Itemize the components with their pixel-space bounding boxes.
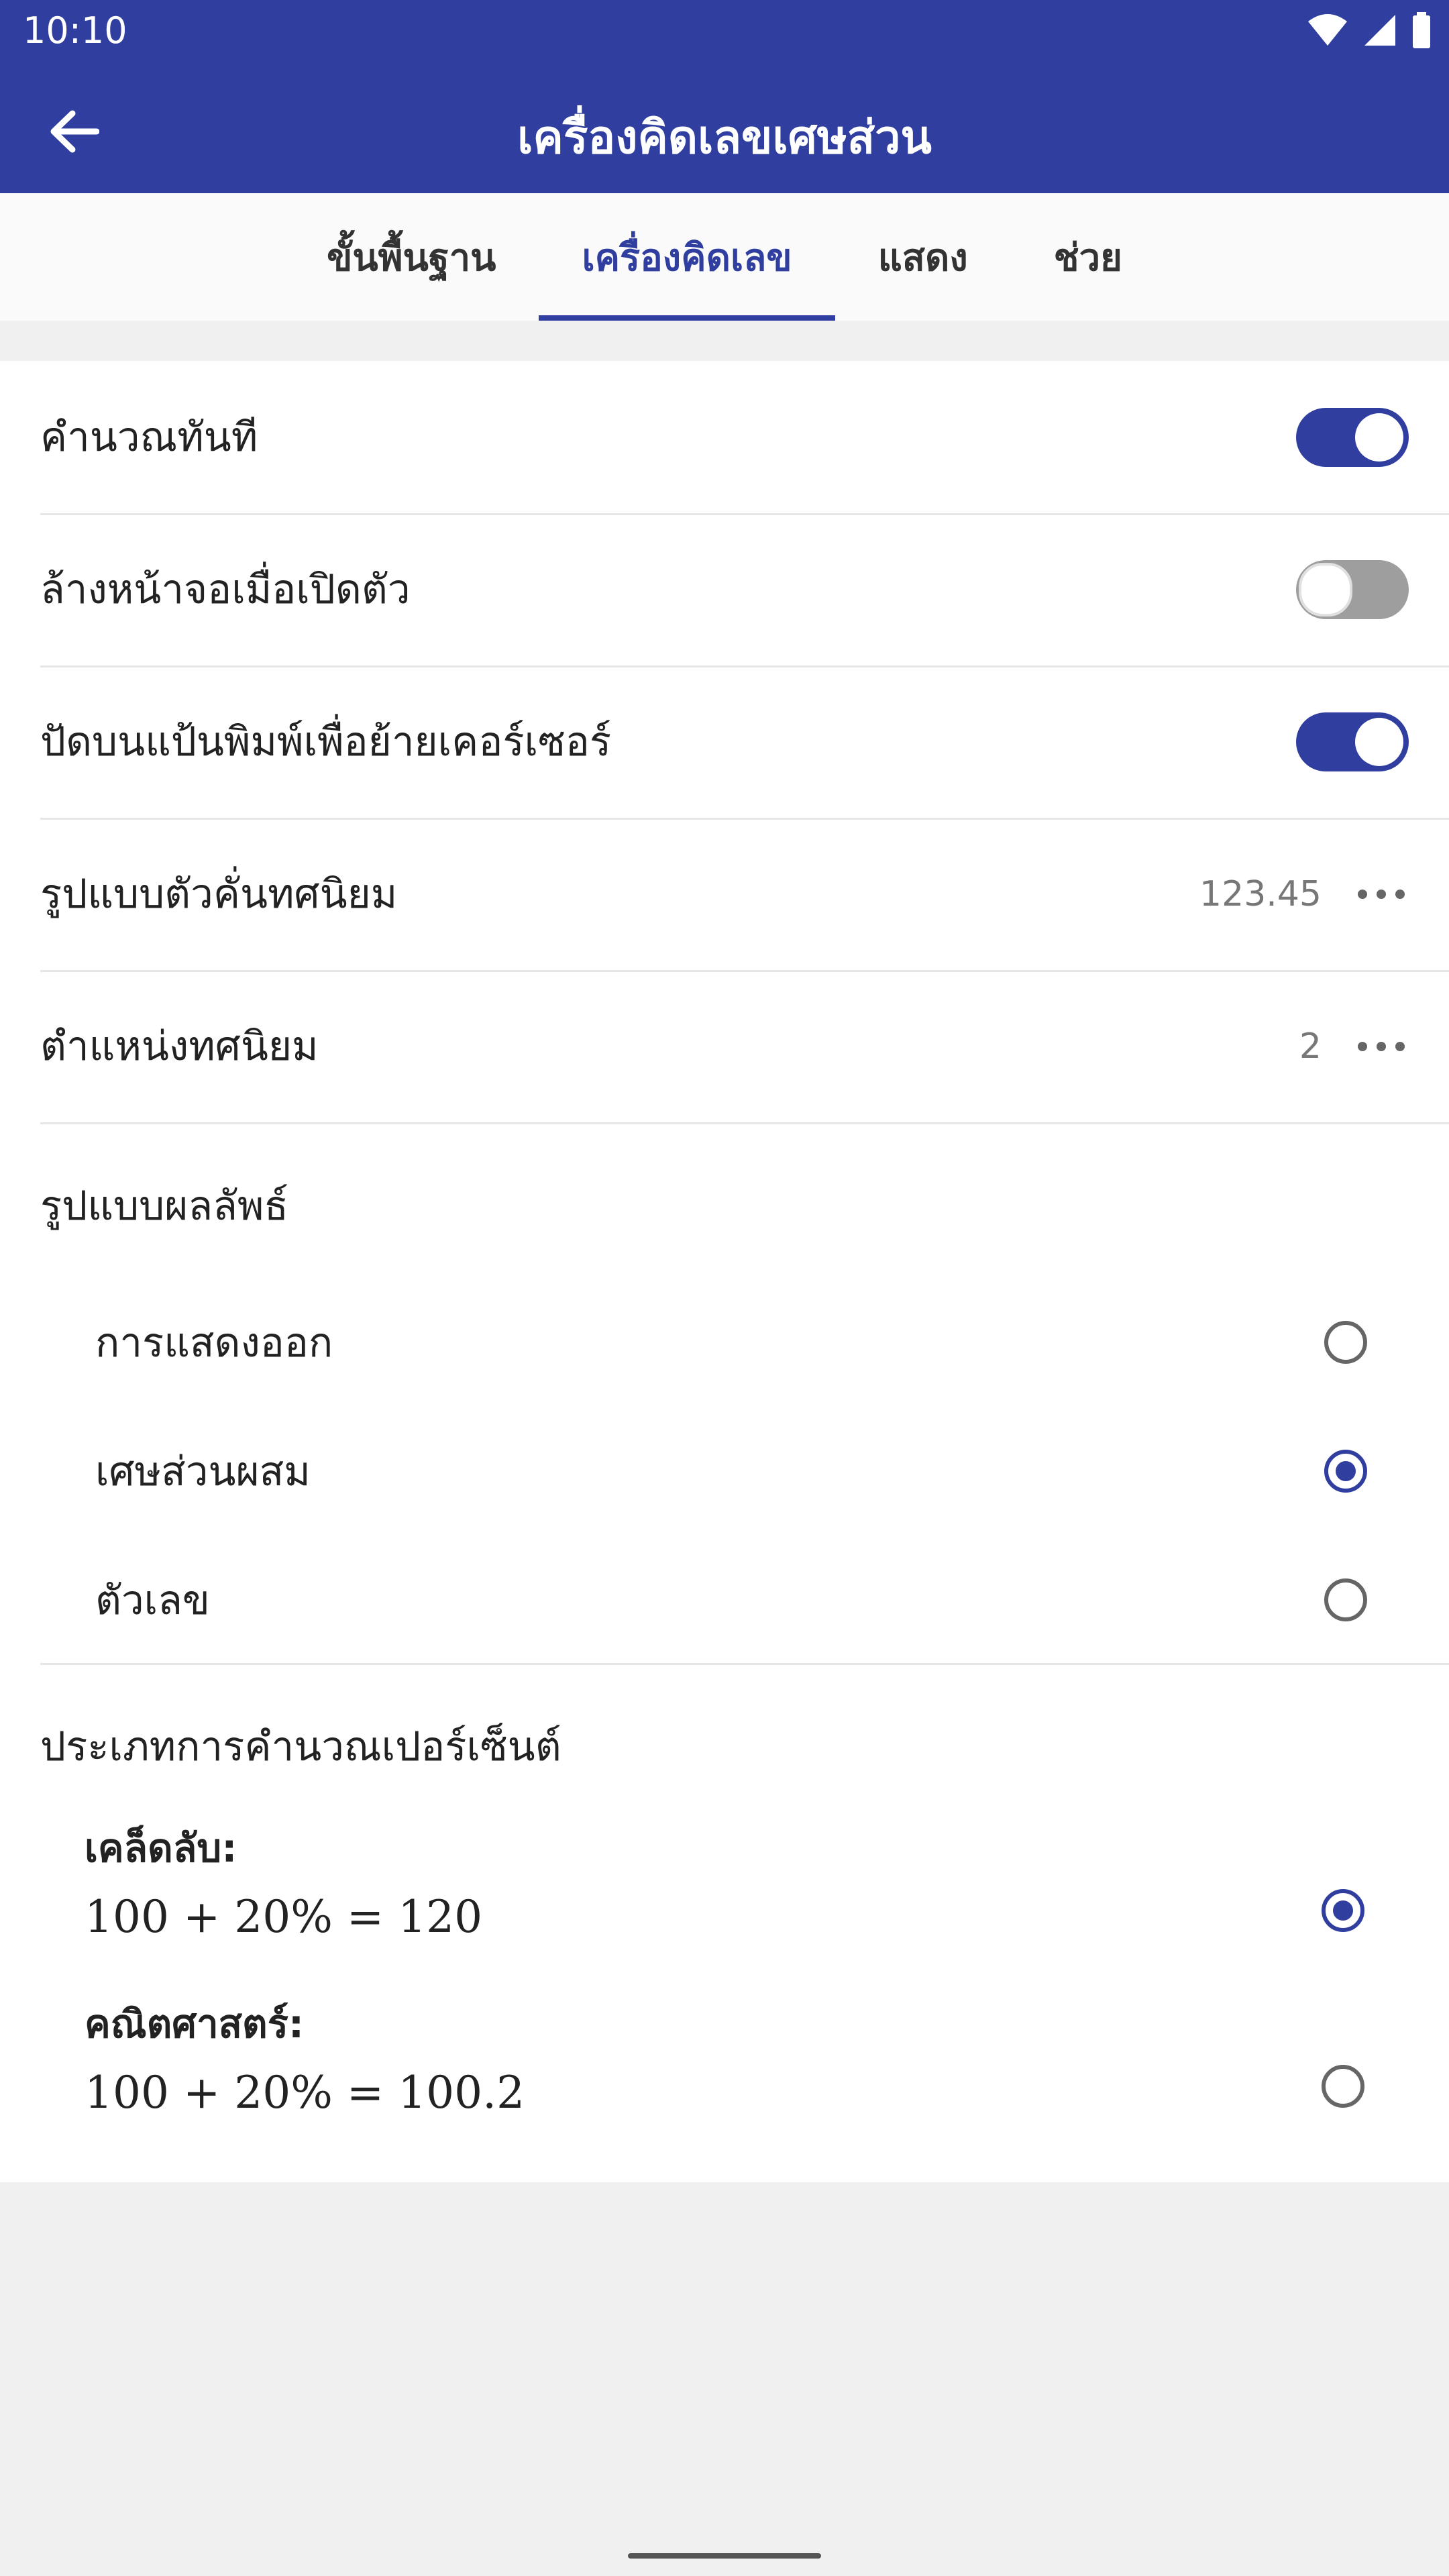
percent-option-text: คณิตศาสตร์: 100 + 20% = 100.2 — [85, 1992, 525, 2118]
percent-type-title: ประเภทการคำนวณเปอร์เซ็นต์ — [40, 1723, 561, 1770]
instant-calc-row[interactable]: คำนวณทันที — [40, 361, 1449, 515]
result-option-mixed-fraction[interactable]: เศษส่วนผสม — [0, 1407, 1449, 1535]
tab-bar: ขั้นพื้นฐาน เครื่องคิดเลข แสดง ช่วย — [0, 193, 1449, 321]
swipe-cursor-row[interactable]: ปัดบนแป้นพิมพ์เพื่อย้ายเคอร์เซอร์ — [40, 665, 1449, 820]
clear-on-open-label: ล้างหน้าจอเมื่อเปิดตัว — [40, 566, 411, 613]
percent-option-text: เคล็ดลับ: 100 + 20% = 120 — [85, 1817, 482, 1943]
tab-display[interactable]: แสดง — [835, 193, 1011, 321]
percent-option-math[interactable]: คณิตศาสตร์: 100 + 20% = 100.2 — [0, 1992, 1449, 2167]
clear-on-open-toggle[interactable] — [1296, 559, 1409, 619]
wifi-icon — [1308, 14, 1347, 46]
toggle-knob — [1299, 562, 1352, 616]
more-options-icon[interactable] — [1358, 889, 1405, 899]
app-bar: 10:10 เครื่องคิดเลขเศษส่วน — [0, 0, 1449, 193]
radio-label: การแสดงออก — [95, 1319, 333, 1366]
signal-icon — [1364, 15, 1395, 46]
swipe-cursor-toggle[interactable] — [1296, 712, 1409, 771]
decimal-places-label: ตำแหน่งทศนิยม — [40, 1023, 319, 1070]
home-gesture-handle[interactable] — [628, 2553, 821, 2559]
instant-calc-toggle[interactable] — [1296, 407, 1409, 467]
percent-option-name: คณิตศาสตร์: — [85, 2001, 305, 2047]
decimal-places-row[interactable]: ตำแหน่งทศนิยม 2 — [40, 970, 1449, 1124]
page-title: เครื่องคิดเลขเศษส่วน — [517, 111, 932, 164]
result-format-title: รูปแบบผลลัพธ์ — [40, 1183, 289, 1230]
radio-button[interactable] — [1324, 1578, 1367, 1621]
clear-on-open-row[interactable]: ล้างหน้าจอเมื่อเปิดตัว — [40, 513, 1449, 667]
instant-calc-label: คำนวณทันที — [40, 414, 258, 461]
toggle-knob — [1355, 717, 1403, 766]
tab-help[interactable]: ช่วย — [1011, 193, 1165, 321]
radio-label: เศษส่วนผสม — [95, 1448, 311, 1495]
percent-option-tip[interactable]: เคล็ดลับ: 100 + 20% = 120 — [0, 1817, 1449, 1991]
tab-basic[interactable]: ขั้นพื้นฐาน — [284, 193, 539, 321]
percent-option-formula: 100 + 20% = 100.2 — [85, 2067, 525, 2118]
decimal-format-label: รูปแบบตัวคั่นทศนิยม — [40, 871, 398, 918]
toggle-knob — [1355, 413, 1403, 462]
decimal-format-value: 123.45 — [1199, 873, 1322, 914]
radio-button[interactable] — [1324, 1450, 1367, 1493]
radio-button[interactable] — [1322, 1889, 1364, 1932]
battery-icon — [1413, 12, 1430, 48]
radio-button[interactable] — [1322, 2065, 1364, 2108]
tab-calculator[interactable]: เครื่องคิดเลข — [539, 193, 835, 321]
divider — [40, 1663, 1449, 1665]
status-icons — [1307, 12, 1432, 48]
settings-card: คำนวณทันที ล้างหน้าจอเมื่อเปิดตัว ปัดบนแ… — [0, 361, 1449, 2182]
result-option-number[interactable]: ตัวเลข — [0, 1536, 1449, 1664]
percent-option-formula: 100 + 20% = 120 — [85, 1891, 483, 1943]
radio-button[interactable] — [1324, 1321, 1367, 1364]
swipe-cursor-label: ปัดบนแป้นพิมพ์เพื่อย้ายเคอร์เซอร์ — [40, 718, 612, 765]
result-option-expression[interactable]: การแสดงออก — [0, 1279, 1449, 1406]
decimal-places-value: 2 — [1299, 1026, 1322, 1067]
decimal-format-row[interactable]: รูปแบบตัวคั่นทศนิยม 123.45 — [40, 818, 1449, 972]
percent-option-name: เคล็ดลับ: — [85, 1825, 237, 1871]
more-options-icon[interactable] — [1358, 1041, 1405, 1051]
radio-label: ตัวเลข — [95, 1576, 210, 1624]
status-time: 10:10 — [23, 9, 127, 52]
